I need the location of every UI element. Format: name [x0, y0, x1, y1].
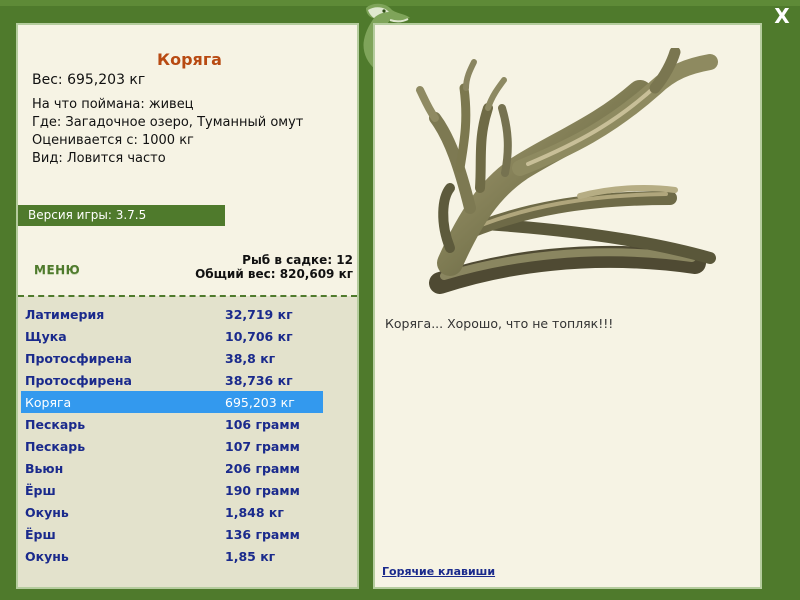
item-name: Коряга — [25, 395, 72, 410]
list-item[interactable]: Щука 10,706 кг — [21, 325, 323, 347]
item-name: Пескарь — [25, 417, 86, 432]
list-item[interactable]: Латимерия 32,719 кг — [21, 303, 323, 325]
item-name: Латимерия — [25, 307, 105, 322]
item-weight: 106 грамм — [225, 417, 300, 432]
list-item[interactable]: Пескарь 107 грамм — [21, 435, 323, 457]
item-name: Пескарь — [25, 439, 86, 454]
item-weight: 10,706 кг — [225, 329, 293, 344]
list-item[interactable]: Протосфирена 38,8 кг — [21, 347, 323, 369]
list-item[interactable]: Ёрш 190 грамм — [21, 479, 323, 501]
menu-button[interactable]: МЕНЮ — [34, 263, 80, 277]
item-name: Окунь — [25, 549, 69, 564]
left-panel: Коряга Вес: 695,203 кг На что поймана: ж… — [16, 23, 359, 589]
version-bar: Версия игры: 3.7.5 — [18, 205, 225, 226]
hotkeys-link[interactable]: Горячие клавиши — [382, 565, 495, 578]
list-item[interactable]: Окунь 1,85 кг — [21, 545, 323, 567]
list-item-selected[interactable]: Коряга 695,203 кг — [21, 391, 323, 413]
item-name: Протосфирена — [25, 351, 132, 366]
detail-valuation: Оценивается с: 1000 кг — [32, 133, 194, 148]
list-item[interactable]: Протосфирена 38,736 кг — [21, 369, 323, 391]
close-icon[interactable]: X — [770, 4, 794, 28]
game-window: X Коряга Вес: 695,203 кг На что поймана:… — [0, 0, 800, 600]
item-weight: 190 грамм — [225, 483, 300, 498]
item-name: Щука — [25, 329, 67, 344]
driftwood-image — [416, 48, 718, 294]
item-weight: 32,719 кг — [225, 307, 293, 322]
detail-location: Где: Загадочное озеро, Туманный омут — [32, 115, 304, 130]
list-item[interactable]: Вьюн 206 грамм — [21, 457, 323, 479]
detail-frequency: Вид: Ловится часто — [32, 151, 166, 166]
item-weight: 695,203 кг — [225, 395, 295, 410]
keepnet-stats: Рыб в садке: 12 Общий вес: 820,609 кг — [195, 253, 353, 281]
item-name: Окунь — [25, 505, 69, 520]
fish-count: Рыб в садке: 12 — [242, 253, 353, 267]
item-name: Вьюн — [25, 461, 64, 476]
item-name: Ёрш — [25, 483, 56, 498]
fish-title: Коряга — [157, 50, 222, 69]
list-item[interactable]: Окунь 1,848 кг — [21, 501, 323, 523]
catch-list: Латимерия 32,719 кг Щука 10,706 кг Протосф… — [21, 303, 323, 567]
list-item[interactable]: Пескарь 106 грамм — [21, 413, 323, 435]
item-weight: 1,85 кг — [225, 549, 276, 564]
item-weight: 38,736 кг — [225, 373, 293, 388]
fish-details: На что поймана: живец Где: Загадочное оз… — [32, 96, 303, 168]
item-weight: 38,8 кг — [225, 351, 276, 366]
total-weight: Общий вес: 820,609 кг — [195, 267, 353, 281]
fish-comment: Коряга... Хорошо, что не топляк!!! — [385, 316, 614, 331]
item-weight: 136 грамм — [225, 527, 300, 542]
fish-weight: Вес: 695,203 кг — [32, 72, 146, 88]
divider — [18, 295, 357, 297]
item-weight: 206 грамм — [225, 461, 300, 476]
detail-bait: На что поймана: живец — [32, 97, 194, 112]
item-name: Ёрш — [25, 527, 56, 542]
item-weight: 1,848 кг — [225, 505, 284, 520]
item-name: Протосфирена — [25, 373, 132, 388]
list-item[interactable]: Ёрш 136 грамм — [21, 523, 323, 545]
item-weight: 107 грамм — [225, 439, 300, 454]
